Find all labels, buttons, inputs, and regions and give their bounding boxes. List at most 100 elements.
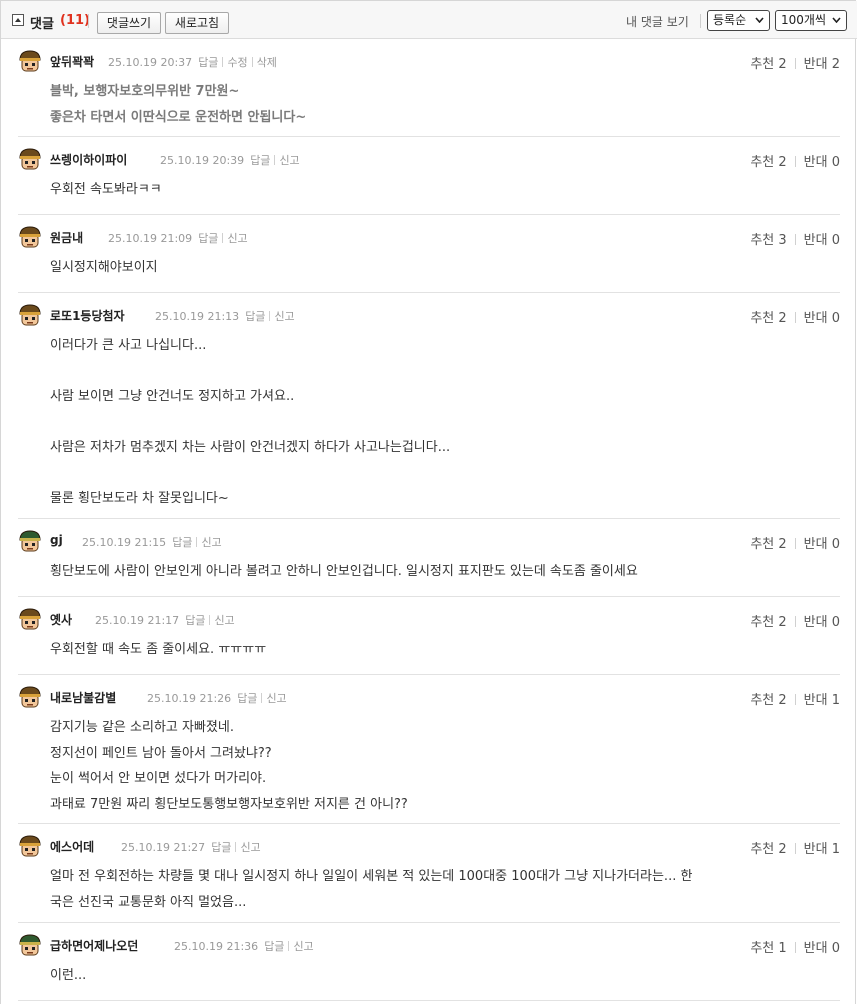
comment-item: 급하면어제나오던 25.10.19 21:36 답글 신고 추천 1 반대 0 이런... [18,923,840,1001]
comment-date: 25.10.19 21:17 [95,614,180,627]
reply-link[interactable]: 답글 [185,614,205,627]
report-link[interactable]: 신고 [214,614,234,627]
comment-text: 이런... [50,968,87,983]
downvote-button[interactable]: 반대 1 [804,842,840,857]
upvote-count: 3 [778,233,787,248]
vote-counts: 추천 2 반대 0 [750,533,840,552]
report-link[interactable]: 신고 [240,841,260,854]
upvote-button[interactable]: 추천 1 [750,941,786,956]
reply-link[interactable]: 답글 [198,232,218,245]
upvote-button[interactable]: 추천 2 [750,693,786,708]
upvote-button[interactable]: 추천 3 [750,233,786,248]
report-link[interactable]: 신고 [274,310,294,323]
comment-author[interactable]: 내로남불감별 [50,689,116,706]
upvote-label: 추천 [750,233,775,248]
reply-link[interactable]: 답글 [264,940,284,953]
upvote-count: 2 [778,615,787,630]
downvote-label: 반대 [803,57,828,72]
user-avatar-icon[interactable] [18,529,42,553]
downvote-button[interactable]: 반대 0 [804,537,840,552]
comment-toolbar: 댓글 (11) 댓글쓰기 새로고침 내 댓글 보기 등록순 100개씩 [1,1,857,39]
comment-author[interactable]: 에스어데 [50,838,94,855]
comment-text: 우회전 속도봐라ㅋㅋ [50,182,162,197]
chevron-down-icon [832,17,841,23]
reply-link[interactable]: 답글 [245,310,265,323]
report-link[interactable]: 신고 [293,940,313,953]
downvote-label: 반대 [803,233,828,248]
upvote-button[interactable]: 추천 2 [750,155,786,170]
upvote-button[interactable]: 추천 2 [750,842,786,857]
user-avatar-icon[interactable] [18,607,42,631]
divider [700,14,701,28]
user-avatar-icon[interactable] [18,685,42,709]
per-page-select-value: 100개씩 [781,13,826,27]
comment-item: 에스어데 25.10.19 21:27 답글 신고 추천 2 반대 1 얼마 전 우회전하는… [18,824,840,923]
upvote-button[interactable]: 추천 2 [750,615,786,630]
comment-author[interactable]: 원금내 [50,229,83,246]
comment-date: 25.10.19 20:39 [160,154,245,167]
user-avatar-icon[interactable] [18,303,42,327]
downvote-count: 0 [831,311,840,326]
user-avatar-icon[interactable] [18,49,42,73]
downvote-count: 0 [831,537,840,552]
comment-author[interactable]: 쓰렝이하이파이 [50,151,127,168]
report-link[interactable]: 신고 [266,692,286,705]
upvote-label: 추천 [750,615,775,630]
upvote-button[interactable]: 추천 2 [750,311,786,326]
downvote-label: 반대 [803,311,828,326]
user-avatar-icon[interactable] [18,147,42,171]
vote-counts: 추천 2 반대 1 [750,689,840,708]
comment-meta: 25.10.19 21:09 답글 신고 [108,230,248,246]
reply-link[interactable]: 답글 [237,692,257,705]
per-page-select[interactable]: 100개씩 [775,10,847,31]
sort-select[interactable]: 등록순 [707,10,770,31]
upvote-count: 2 [778,842,787,857]
refresh-button[interactable]: 새로고침 [165,12,229,34]
upvote-label: 추천 [750,311,775,326]
my-comments-link[interactable]: 내 댓글 보기 [626,13,689,30]
write-comment-button[interactable]: 댓글쓰기 [97,12,161,34]
upvote-button[interactable]: 추천 2 [750,57,786,72]
downvote-button[interactable]: 반대 0 [804,615,840,630]
comment-meta: 25.10.19 21:36 답글 신고 [174,938,314,954]
report-link[interactable]: 신고 [279,154,299,167]
comment-author[interactable]: 앞뒤꽉꽉 [50,53,94,70]
report-link[interactable]: 신고 [201,536,221,549]
comment-author[interactable]: 급하면어제나오던 [50,937,138,954]
downvote-button[interactable]: 반대 1 [804,693,840,708]
upvote-label: 추천 [750,537,775,552]
downvote-count: 1 [831,693,840,708]
collapse-toggle[interactable] [12,14,24,26]
comment-author[interactable]: 옛사 [50,611,72,628]
reply-link[interactable]: 답글 [250,154,270,167]
report-link[interactable]: 신고 [227,232,247,245]
downvote-button[interactable]: 반대 0 [804,311,840,326]
delete-link[interactable]: 삭제 [257,56,277,69]
user-avatar-icon[interactable] [18,225,42,249]
comment-meta: 25.10.19 21:26 답글 신고 [147,690,287,706]
comment-date: 25.10.19 20:37 [108,56,193,69]
comment-author[interactable]: 로또1등당첨자 [50,307,125,324]
reply-link[interactable]: 답글 [172,536,192,549]
upvote-count: 2 [778,155,787,170]
user-avatar-icon[interactable] [18,933,42,957]
upvote-label: 추천 [750,57,775,72]
comment-date: 25.10.19 21:13 [155,310,240,323]
downvote-button[interactable]: 반대 0 [804,155,840,170]
edit-link[interactable]: 수정 [227,56,247,69]
comment-author[interactable]: gj [50,533,63,547]
downvote-count: 0 [831,233,840,248]
downvote-button[interactable]: 반대 0 [804,941,840,956]
downvote-button[interactable]: 반대 0 [804,233,840,248]
comment-meta: 25.10.19 20:39 답글 신고 [160,152,300,168]
user-avatar-icon[interactable] [18,834,42,858]
comment-text: 횡단보도에 사람이 안보인게 아니라 볼려고 안하니 안보인겁니다. 일시정지 … [50,564,638,579]
downvote-button[interactable]: 반대 2 [804,57,840,72]
downvote-label: 반대 [803,842,828,857]
reply-link[interactable]: 답글 [211,841,231,854]
upvote-button[interactable]: 추천 2 [750,537,786,552]
upvote-label: 추천 [750,941,775,956]
reply-link[interactable]: 답글 [198,56,218,69]
comment-date: 25.10.19 21:15 [82,536,167,549]
downvote-label: 반대 [803,615,828,630]
